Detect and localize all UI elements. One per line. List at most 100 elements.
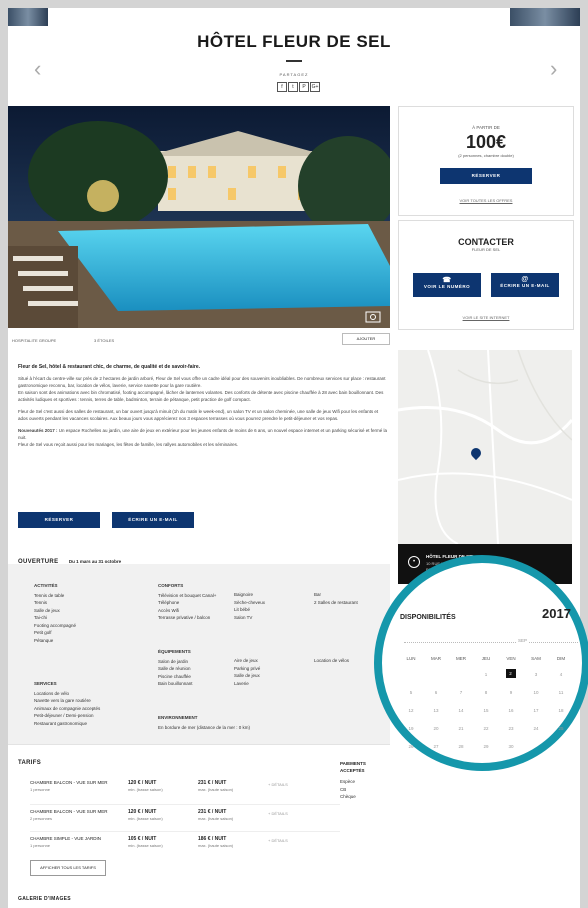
list-item: Lit bébé <box>234 607 251 612</box>
calendar-day[interactable]: 29 <box>473 744 499 749</box>
calendar-day[interactable]: 7 <box>448 690 474 695</box>
description-paragraph-5: Fleur de Sel vous reçoit aussi pour les … <box>18 442 239 447</box>
pinterest-icon[interactable]: P <box>299 82 309 92</box>
calendar-day[interactable]: 26 <box>398 744 424 749</box>
calendar-day[interactable]: 16 <box>498 708 524 713</box>
calendar-day[interactable]: 21 <box>448 726 474 731</box>
google-plus-icon[interactable]: G+ <box>310 82 320 92</box>
calendar-day[interactable]: 2 <box>505 669 516 678</box>
table-row: CHAMBRE SIMPLE - VUE JARDIN 1 personne 1… <box>30 832 340 858</box>
contact-box: CONTACTER FLEUR DE SEL ☎ VOIR LE NUMÉRO … <box>398 220 574 330</box>
list-item: Location de vélos <box>314 658 350 663</box>
hotel-photo[interactable] <box>8 106 390 328</box>
room-occupancy: 1 personne <box>30 787 51 792</box>
calendar-day[interactable]: 20 <box>423 726 449 731</box>
calendar-day[interactable]: 24 <box>523 726 549 731</box>
list-item: Piscine chauffée <box>158 673 191 679</box>
calendar-day[interactable]: 28 <box>448 744 474 749</box>
environment-title: ENVIRONNEMENT <box>158 715 198 720</box>
facebook-icon[interactable]: f <box>277 82 287 92</box>
send-email-button[interactable]: @ ÉCRIRE UN E-MAIL <box>491 273 559 297</box>
list-item: Accès Wifi <box>158 607 180 613</box>
equipment-col-1: ÉQUIPEMENTS Salon de jardin Salle de réu… <box>158 648 193 688</box>
calendar-day[interactable]: 23 <box>498 726 524 731</box>
location-icon: • <box>408 556 420 568</box>
show-phone-button[interactable]: ☎ VOIR LE NUMÉRO <box>413 273 481 297</box>
list-item: Petit golf <box>34 630 52 635</box>
calendar-day[interactable]: 8 <box>473 690 499 695</box>
min-price: 120 € / NUIT <box>128 780 157 786</box>
calendar-day[interactable]: 5 <box>398 690 424 695</box>
phone-icon: ☎ <box>442 277 452 284</box>
calendar-day[interactable]: 9 <box>498 690 524 695</box>
list-item: Aire de jeux <box>234 658 258 663</box>
details-link[interactable]: + DÉTAILS <box>268 811 288 816</box>
all-offers-link[interactable]: VOIR TOUTES LES OFFRES <box>399 198 573 203</box>
max-price-note: max. (haute saison) <box>198 816 234 821</box>
calendar-day[interactable]: 10 <box>523 690 549 695</box>
services-title: SERVICES <box>34 681 57 686</box>
next-hotel-thumbnail[interactable] <box>510 8 580 26</box>
min-price-note: min. (basse saison) <box>128 843 163 848</box>
show-all-rates-button[interactable]: AFFICHER TOUS LES TARIFS <box>30 860 106 876</box>
calendar-day[interactable]: 30 <box>498 744 524 749</box>
calendar-day[interactable]: 13 <box>423 708 449 713</box>
environment: ENVIRONNEMENT En bordure de mer (distanc… <box>158 714 250 731</box>
stars-badge: 3 ÉTOILES <box>94 338 115 343</box>
room-occupancy: 2 personnes <box>30 816 53 821</box>
location-map[interactable] <box>398 350 572 544</box>
details-link[interactable]: + DÉTAILS <box>268 782 288 787</box>
calendar-day[interactable]: 12 <box>398 708 424 713</box>
list-item: Salle de réunion <box>158 666 191 671</box>
next-arrow-icon[interactable]: › <box>550 56 557 82</box>
add-favorite-label: AJOUTER <box>356 336 376 341</box>
calendar-day[interactable]: 19 <box>398 726 424 731</box>
calendar-day[interactable]: 3 <box>523 672 549 677</box>
min-price-note: min. (basse saison) <box>128 787 163 792</box>
list-item: Petit-déjeuner / Demi-pension <box>34 713 94 718</box>
calendar-day[interactable]: 6 <box>423 690 449 695</box>
description-paragraph-3: Fleur de Sel c'est aussi des salles de r… <box>18 409 379 421</box>
calendar-day[interactable]: 1 <box>473 672 499 677</box>
payments-title-1: PAIEMENTS <box>340 761 366 766</box>
details-link[interactable]: + DÉTAILS <box>268 838 288 843</box>
table-row: CHAMBRE BALCON - VUE SUR MER 1 personne … <box>30 778 340 805</box>
add-favorite-button[interactable]: AJOUTER <box>342 333 390 345</box>
list-item: Bar <box>314 592 322 597</box>
email-icon: @ <box>521 276 529 283</box>
title-divider <box>286 60 302 62</box>
max-price: 231 € / NUIT <box>198 809 227 815</box>
list-item: Sèche-cheveux <box>234 599 266 605</box>
price-note: (2 personnes, chambre double) <box>458 153 514 158</box>
calendar-day[interactable]: 15 <box>473 708 499 713</box>
calendar-day[interactable]: 14 <box>448 708 474 713</box>
calendar-month[interactable]: SEP <box>516 638 530 643</box>
list-item: Restaurant gastronomique <box>34 720 88 726</box>
calendar-day[interactable]: 17 <box>523 708 549 713</box>
description-paragraph-4: Un espace Rochelles au jardin, une aire … <box>18 428 387 440</box>
min-price: 105 € / NUIT <box>128 836 157 842</box>
prev-hotel-thumbnail[interactable] <box>8 8 48 26</box>
comforts-col-1: CONFORTS Télévision et bouquet Canal+ Té… <box>158 582 216 622</box>
list-item: Laverie <box>234 680 249 686</box>
calendar-day[interactable]: 25 <box>548 726 574 731</box>
twitter-icon[interactable]: t <box>288 82 298 92</box>
calendar-year: 2017 <box>542 606 571 621</box>
comforts-col-2: Baignoire Sèche-cheveux Lit bébé Salon T… <box>234 591 265 621</box>
book-button[interactable]: RÉSERVER <box>440 168 532 184</box>
website-link[interactable]: VOIR LE SITE INTERNET <box>399 315 573 320</box>
show-phone-label: VOIR LE NUMÉRO <box>423 284 471 289</box>
equipment-col-3: Location de vélos <box>314 657 349 665</box>
calendar-day[interactable]: 11 <box>548 690 574 695</box>
activities-list: ACTIVITÉS Tennis de table Tennis Salle d… <box>34 582 76 644</box>
prev-arrow-icon[interactable]: ‹ <box>34 56 41 82</box>
calendar-day[interactable]: 27 <box>423 744 449 749</box>
list-item: Parking privé <box>234 665 261 671</box>
description-email-button[interactable]: ÉCRIRE UN E-MAIL <box>112 512 194 528</box>
calendar-day[interactable]: 4 <box>548 672 574 677</box>
calendar-day[interactable]: 18 <box>548 708 574 713</box>
description-book-button[interactable]: RÉSERVER <box>18 512 100 528</box>
calendar-day[interactable]: 22 <box>473 726 499 731</box>
list-item: Locations de vélo <box>34 690 70 696</box>
activities-title: ACTIVITÉS <box>34 583 58 588</box>
